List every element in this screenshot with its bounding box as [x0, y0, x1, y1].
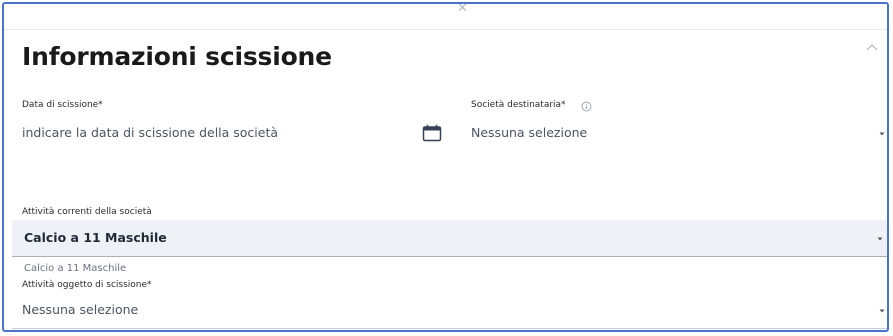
data-scissione-label: Data di scissione*: [22, 100, 103, 110]
attivita-oggetto-select[interactable]: Nessuna selezione: [22, 302, 138, 317]
societa-destinataria-select[interactable]: Nessuna selezione: [471, 125, 587, 140]
caret-down-icon[interactable]: [876, 236, 884, 242]
info-icon[interactable]: [581, 101, 592, 112]
caret-down-icon[interactable]: [878, 131, 886, 137]
data-scissione-input[interactable]: indicare la data di scissione della soci…: [22, 125, 278, 140]
chevron-up-icon[interactable]: [865, 42, 879, 52]
panel-divider: [4, 29, 887, 30]
attivita-correnti-value: Calcio a 11 Maschile: [24, 230, 167, 245]
close-icon[interactable]: ✕: [457, 4, 468, 15]
societa-destinataria-label: Società destinataria*: [471, 100, 566, 110]
attivita-oggetto-label: Attività oggetto di scissione*: [22, 280, 152, 290]
scission-panel: ✕ Informazioni scissione Data di scissio…: [2, 2, 889, 332]
calendar-icon[interactable]: [422, 124, 442, 142]
attivita-correnti-select[interactable]: Calcio a 11 Maschile: [12, 220, 887, 257]
attivita-correnti-helper: Calcio a 11 Maschile: [24, 263, 127, 274]
caret-down-icon[interactable]: [878, 308, 886, 314]
attivita-correnti-label: Attività correnti della società: [22, 207, 152, 217]
section-title: Informazioni scissione: [22, 42, 332, 71]
attivita-oggetto-underline: [12, 328, 887, 329]
